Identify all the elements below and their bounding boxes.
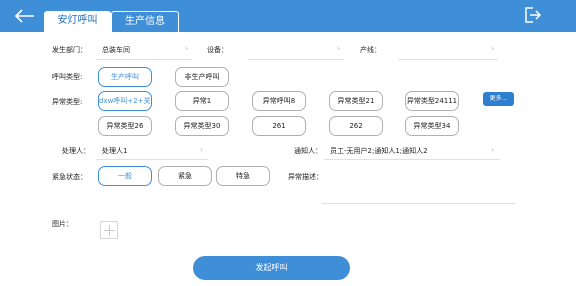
line-label: 产线：: [360, 46, 381, 54]
department-label: 发生部门：: [52, 46, 87, 54]
description-label: 异常描述：: [288, 173, 323, 181]
notify-chevron-icon: ›: [491, 145, 495, 154]
tab-production-info[interactable]: 生产信息: [111, 11, 179, 32]
more-exception-types-button[interactable]: 更多...: [483, 92, 514, 106]
description-underline: [322, 203, 515, 204]
equipment-chevron-icon: ›: [337, 44, 341, 53]
notify-value[interactable]: 员工-无用户2;通知人1;通知人2: [330, 146, 428, 156]
exception-type-label: 异常类型:: [52, 98, 83, 106]
exception-type-option[interactable]: 异常类型21: [329, 91, 383, 111]
call-type-label: 呼叫类型:: [52, 73, 83, 81]
call-type-option-non-production[interactable]: 非生产呼叫: [175, 67, 229, 87]
andon-call-screen: 安灯呼叫 生产信息 发生部门： 总装车间 › 设备： › 产线： › 呼叫类型:…: [0, 0, 576, 286]
tab-andon-call[interactable]: 安灯呼叫: [44, 11, 111, 32]
notify-underline: [324, 159, 500, 160]
exception-type-option[interactable]: 异常1: [175, 91, 229, 111]
line-underline: [398, 59, 498, 60]
urgency-option-urgent[interactable]: 紧急: [158, 166, 212, 186]
top-bar: 安灯呼叫 生产信息: [0, 0, 576, 32]
equipment-underline: [248, 59, 344, 60]
equipment-label: 设备：: [207, 46, 228, 54]
line-value[interactable]: [402, 45, 492, 55]
handler-underline: [96, 159, 208, 160]
line-chevron-icon: ›: [491, 44, 495, 53]
exception-type-option[interactable]: 261: [252, 116, 306, 136]
submit-call-button[interactable]: 发起呼叫: [193, 256, 350, 280]
exception-type-option[interactable]: 异常类型34: [405, 116, 459, 136]
notify-label: 通知人：: [294, 147, 322, 155]
exception-type-option[interactable]: dxw呼叫+2+关闭: [98, 91, 152, 111]
logout-icon[interactable]: [524, 6, 542, 24]
call-type-option-production[interactable]: 生产呼叫: [98, 67, 152, 87]
exception-type-option[interactable]: 异常类型26: [98, 116, 152, 136]
urgency-option-critical[interactable]: 特急: [216, 166, 270, 186]
equipment-value[interactable]: [252, 45, 342, 55]
department-underline: [96, 59, 192, 60]
department-chevron-icon: ›: [185, 44, 189, 53]
photo-label: 图片：: [52, 220, 73, 228]
exception-type-option[interactable]: 异常类型30: [175, 116, 229, 136]
exception-type-option[interactable]: 262: [329, 116, 383, 136]
description-input[interactable]: [324, 172, 514, 200]
add-photo-icon[interactable]: [100, 221, 118, 239]
urgency-label: 紧急状态：: [52, 173, 87, 181]
department-value[interactable]: 总装车间: [102, 45, 130, 55]
exception-type-option[interactable]: 异常类型24111: [405, 91, 459, 111]
handler-value[interactable]: 处理人1: [102, 146, 127, 156]
handler-label: 处理人：: [62, 147, 90, 155]
urgency-option-normal[interactable]: 一般: [98, 166, 152, 186]
back-arrow-icon[interactable]: [13, 8, 35, 24]
exception-type-option[interactable]: 异常呼叫8: [252, 91, 306, 111]
handler-chevron-icon: ›: [200, 145, 204, 154]
